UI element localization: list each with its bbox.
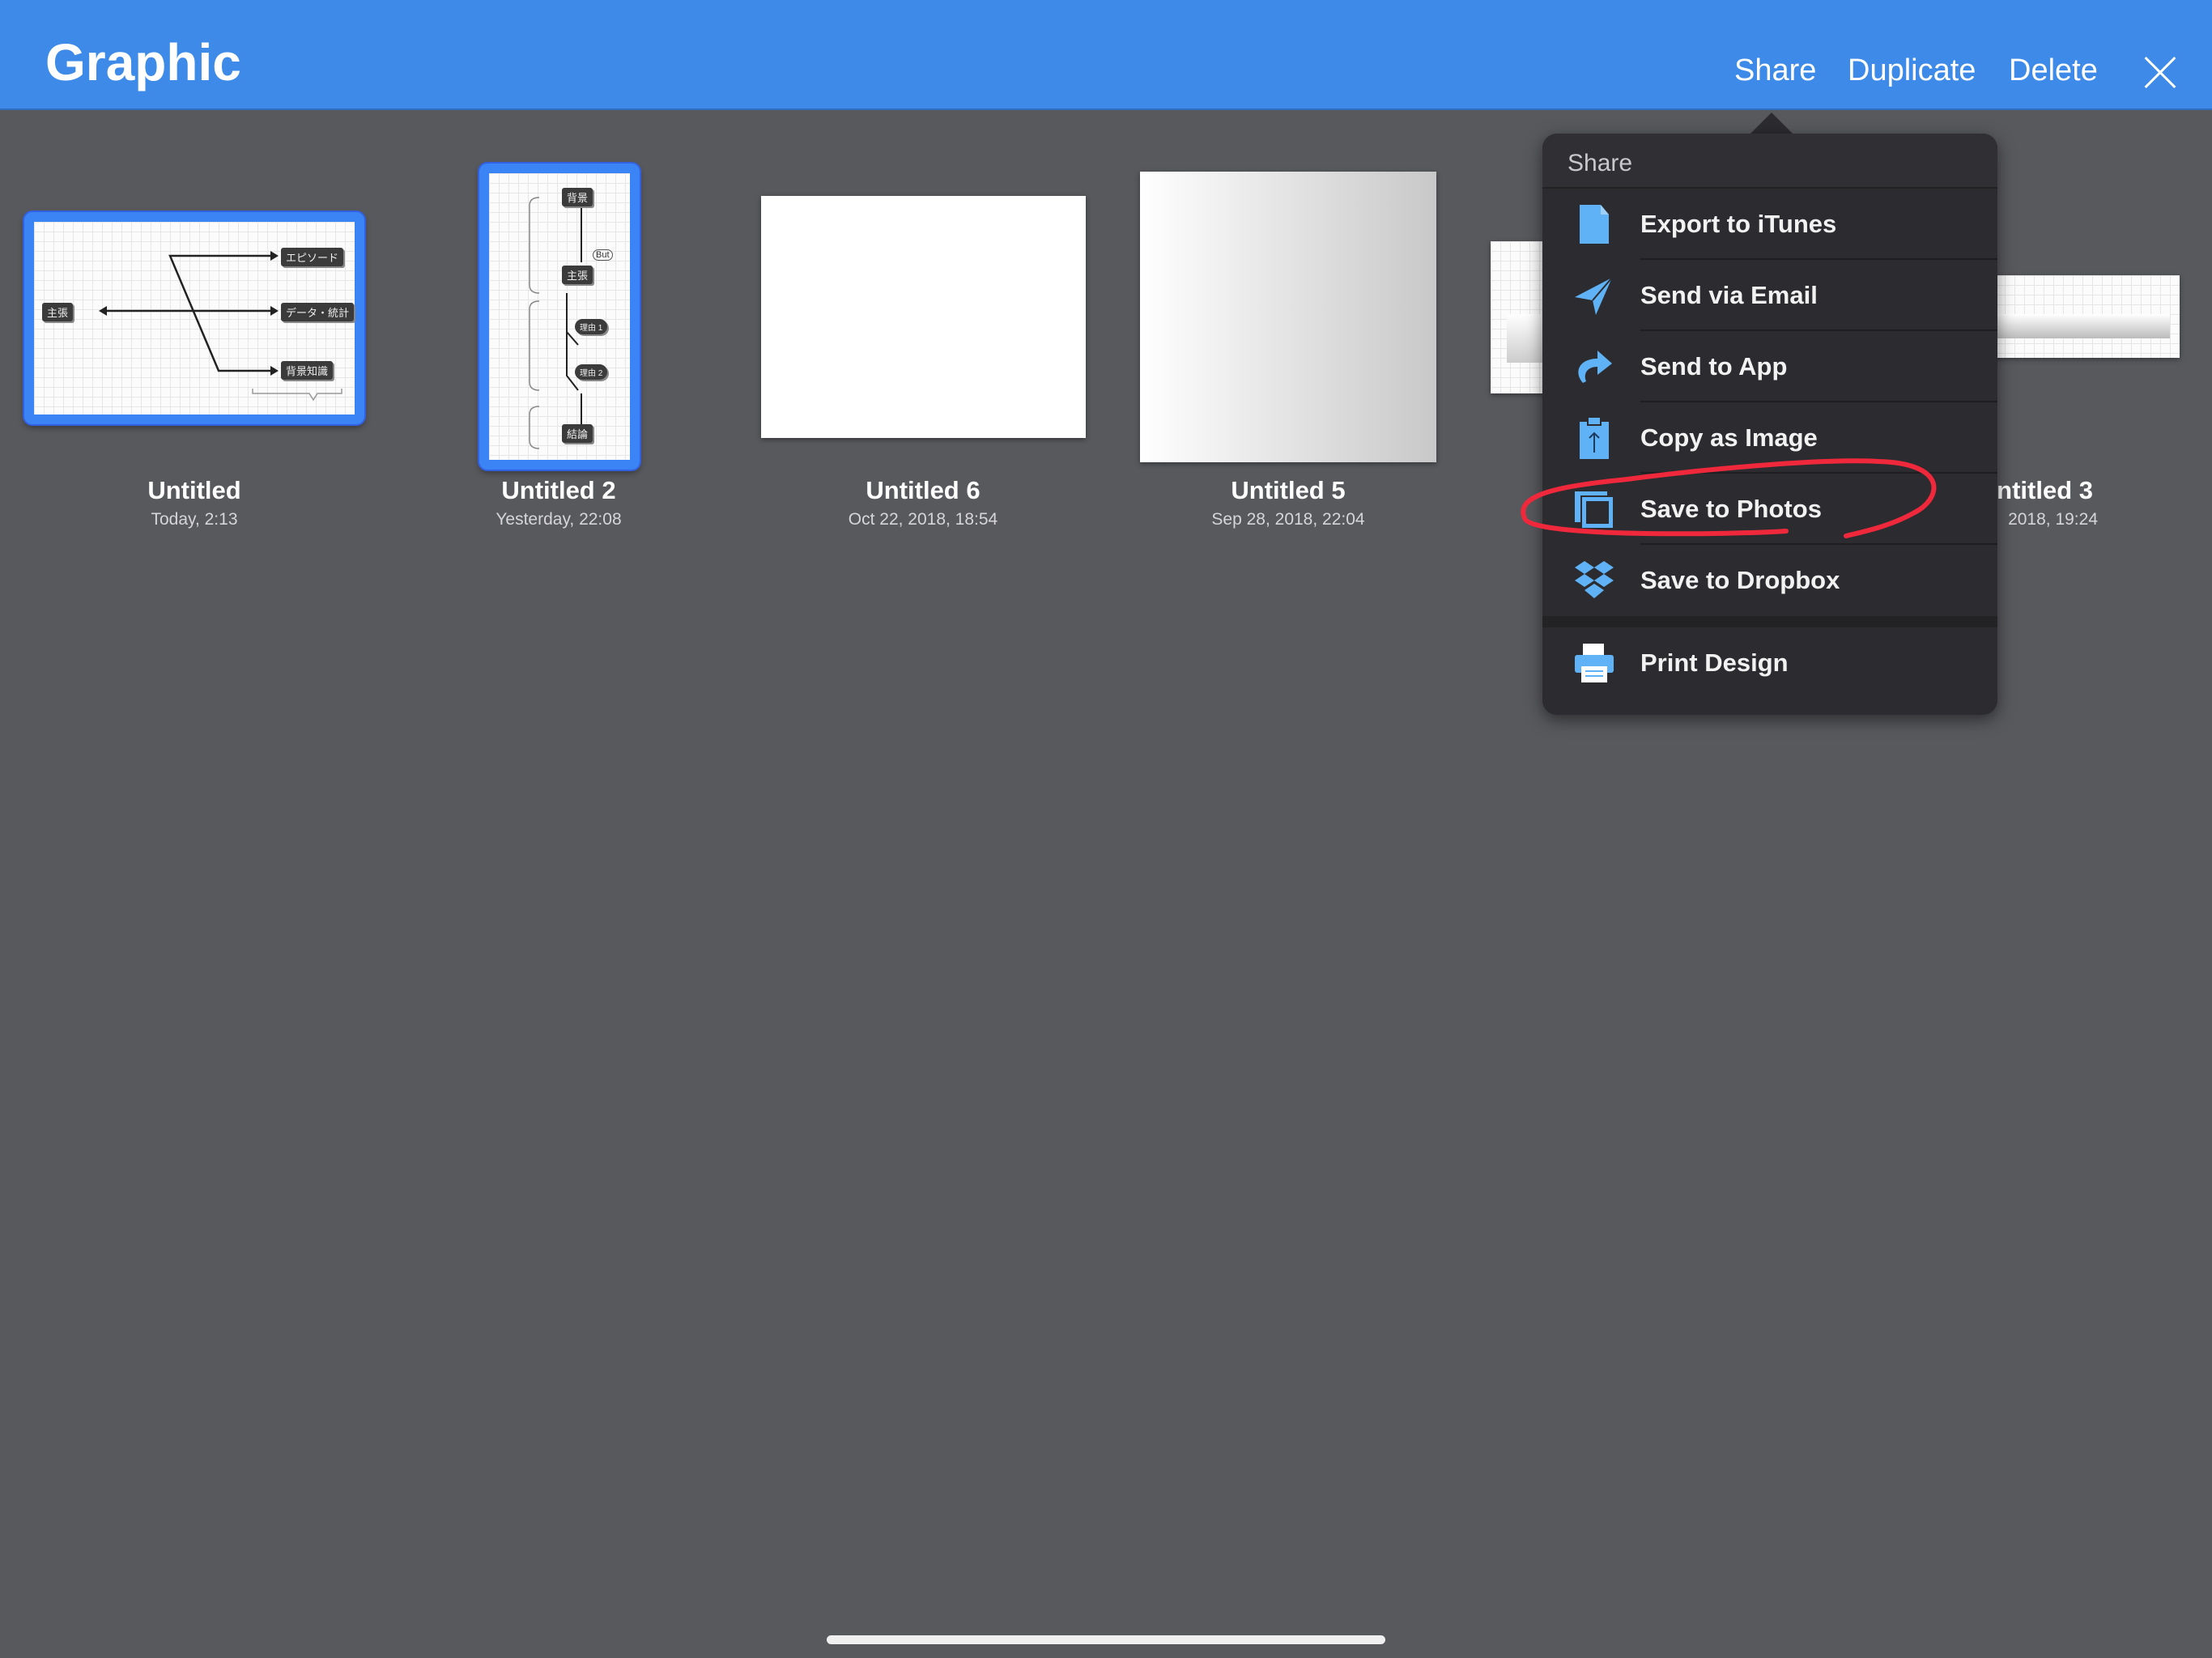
app-title: Graphic bbox=[45, 33, 241, 91]
document-date: Sep 28, 2018, 22:04 bbox=[1211, 510, 1365, 529]
menu-item-send-email[interactable]: Send via Email bbox=[1542, 260, 1997, 331]
menu-item-export-itunes[interactable]: Export to iTunes bbox=[1542, 189, 1997, 260]
share-popover: Share Export to iTunes Send via Email Se… bbox=[1542, 134, 1997, 715]
menu-item-label: Save to Dropbox bbox=[1640, 566, 1840, 594]
popover-arrow bbox=[1749, 113, 1794, 135]
menu-item-save-photos[interactable]: Save to Photos bbox=[1542, 474, 1997, 545]
menu-item-label: Print Design bbox=[1640, 648, 1789, 677]
menu-item-label: Copy as Image bbox=[1640, 423, 1818, 452]
home-indicator[interactable] bbox=[827, 1635, 1385, 1644]
close-icon[interactable] bbox=[2144, 57, 2176, 89]
dropbox-icon bbox=[1575, 561, 1614, 598]
top-bar: Graphic Share Duplicate Delete bbox=[0, 0, 2212, 110]
node-claim: 主張 bbox=[42, 303, 74, 321]
document-thumbnail-untitled[interactable]: 主張 エピソード データ・統計 背景知識 bbox=[24, 212, 364, 424]
node-conclusion: 結論 bbox=[562, 424, 593, 443]
node-reason-1: 理由 1 bbox=[575, 319, 608, 334]
document-icon bbox=[1580, 205, 1609, 244]
popover-title: Share bbox=[1568, 150, 1633, 176]
document-thumbnail-untitled-6[interactable] bbox=[761, 196, 1086, 438]
duplicate-button[interactable]: Duplicate bbox=[1848, 53, 1976, 88]
node-claim: 主張 bbox=[562, 266, 593, 284]
document-title[interactable]: Untitled 6 bbox=[737, 476, 1109, 505]
document-thumbnail-untitled-2[interactable]: 背景 But 主張 理由 1 理由 2 結論 bbox=[479, 164, 640, 470]
node-background: 背景 bbox=[562, 188, 593, 206]
menu-item-label: Send to App bbox=[1640, 352, 1788, 380]
document-date: Today, 2:13 bbox=[151, 510, 238, 529]
document-date: Oct 22, 2018, 18:54 bbox=[848, 510, 998, 529]
node-background: 背景知識 bbox=[281, 361, 334, 380]
menu-item-send-app[interactable]: Send to App bbox=[1542, 331, 1997, 402]
document-date: Yesterday, 22:08 bbox=[496, 510, 622, 529]
popover-header: Share bbox=[1542, 134, 1997, 189]
share-button[interactable]: Share bbox=[1734, 53, 1816, 88]
menu-item-print[interactable]: Print Design bbox=[1542, 627, 1997, 702]
menu-divider bbox=[1542, 616, 1997, 627]
diagram-arrows bbox=[529, 197, 582, 449]
node-data: データ・統計 bbox=[281, 303, 355, 321]
delete-button[interactable]: Delete bbox=[2009, 53, 2098, 88]
printer-icon bbox=[1575, 644, 1614, 682]
node-episode: エピソード bbox=[281, 248, 344, 266]
node-reason-2: 理由 2 bbox=[575, 364, 608, 380]
node-but: But bbox=[593, 249, 613, 261]
document-title[interactable]: Untitled 2 bbox=[372, 476, 745, 505]
menu-item-save-dropbox[interactable]: Save to Dropbox bbox=[1542, 545, 1997, 616]
menu-item-label: Save to Photos bbox=[1640, 495, 1822, 523]
photos-icon bbox=[1575, 491, 1614, 529]
document-title[interactable]: Untitled bbox=[8, 476, 381, 505]
document-thumbnail-untitled-5[interactable] bbox=[1140, 172, 1436, 462]
paper-plane-icon bbox=[1575, 277, 1613, 315]
document-title[interactable]: Untitled 5 bbox=[1102, 476, 1474, 505]
menu-item-copy-image[interactable]: Copy as Image bbox=[1542, 402, 1997, 474]
share-arrow-icon bbox=[1578, 351, 1612, 383]
menu-item-label: Export to iTunes bbox=[1640, 210, 1837, 238]
document-thumbnail-untitled-3[interactable] bbox=[1976, 275, 2180, 358]
menu-item-label: Send via Email bbox=[1640, 281, 1818, 309]
clipboard-icon bbox=[1580, 416, 1609, 459]
